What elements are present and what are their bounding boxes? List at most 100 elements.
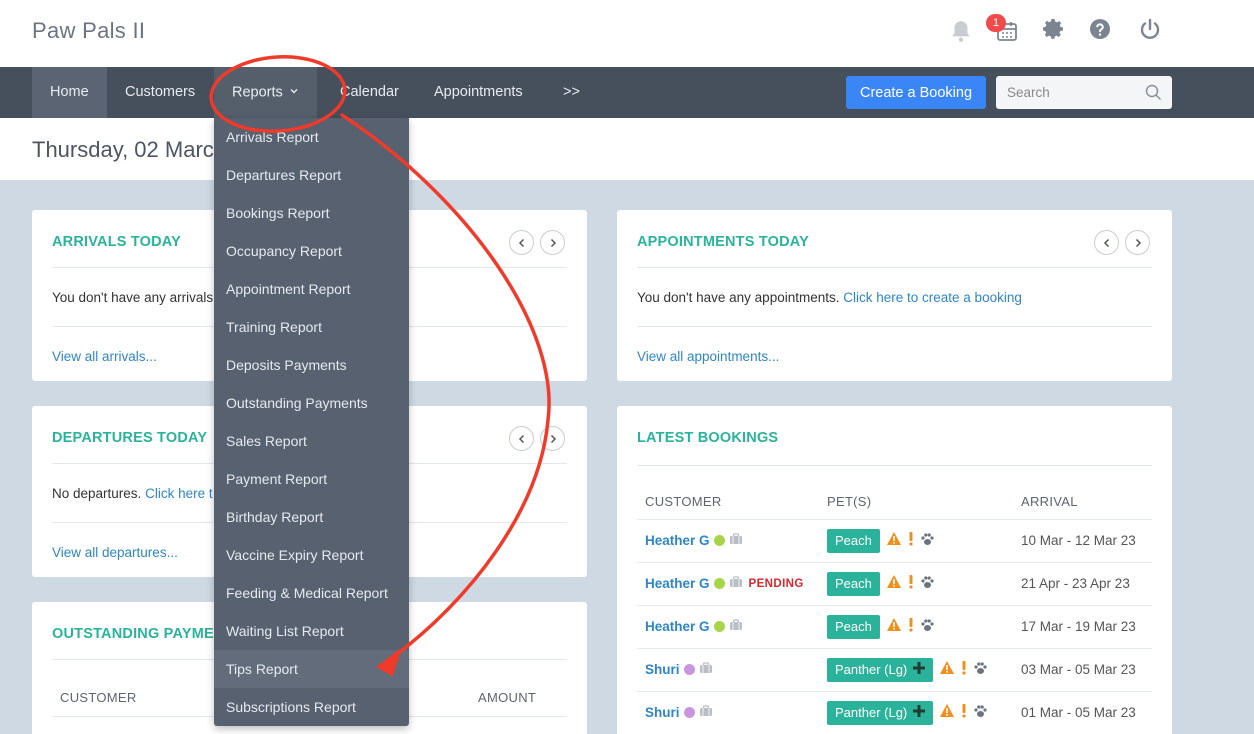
- reports-menu-item[interactable]: Training Report: [214, 308, 409, 346]
- reports-menu-item[interactable]: Outstanding Payments: [214, 384, 409, 422]
- view-all-departures-link[interactable]: View all departures...: [52, 545, 178, 560]
- date-header: Thursday, 02 March: [0, 118, 1254, 180]
- exclamation-icon: [908, 574, 914, 594]
- view-all-arrivals-link[interactable]: View all arrivals...: [52, 349, 157, 364]
- reports-menu-item[interactable]: Bookings Report: [214, 194, 409, 232]
- status-dot: [683, 707, 695, 718]
- reports-menu-item[interactable]: Feeding & Medical Report: [214, 574, 409, 612]
- status-dot: [683, 664, 695, 675]
- reports-menu-item[interactable]: Vaccine Expiry Report: [214, 536, 409, 574]
- nav-more[interactable]: >>: [545, 67, 598, 118]
- help-icon[interactable]: [1083, 12, 1117, 46]
- warning-icon: [886, 574, 902, 594]
- table-row: Heather G Peach 10 Mar - 12 Mar 23: [637, 519, 1152, 562]
- divider: [637, 267, 1152, 268]
- pet-tag[interactable]: Peach: [827, 529, 880, 553]
- reports-menu-item[interactable]: Appointment Report: [214, 270, 409, 308]
- reports-menu-item[interactable]: Deposits Payments: [214, 346, 409, 384]
- appointments-empty-label: You don't have any appointments.: [637, 290, 840, 305]
- departures-title: DEPARTURES TODAY: [52, 430, 208, 446]
- pet-cell: Peach: [827, 529, 935, 553]
- chevron-down-icon: [289, 67, 299, 118]
- pet-cell: Panther (Lg): [827, 701, 988, 725]
- reports-dropdown-menu: Arrivals Report Departures Report Bookings…: [214, 118, 409, 726]
- pet-name: Panther (Lg): [835, 662, 908, 677]
- departures-prev-button[interactable]: [509, 426, 534, 451]
- nav-reports[interactable]: Reports: [214, 67, 317, 118]
- create-booking-button[interactable]: Create a Booking: [846, 76, 986, 109]
- search-icon[interactable]: [1145, 84, 1162, 106]
- warning-icon: [939, 660, 955, 680]
- departures-empty-label: No departures.: [52, 486, 142, 501]
- nav-calendar[interactable]: Calendar: [322, 67, 417, 118]
- arrivals-empty-text: You don't have any arrivals: [52, 290, 214, 305]
- customer-name: Heather G: [645, 533, 710, 548]
- appointments-title: APPOINTMENTS TODAY: [637, 234, 809, 250]
- table-row: Heather G Peach 17 Mar - 19 Mar 23: [637, 605, 1152, 648]
- customer-link[interactable]: Shuri: [645, 662, 713, 677]
- create-booking-link[interactable]: Click here to create a booking: [843, 290, 1022, 305]
- departures-next-button[interactable]: [540, 426, 565, 451]
- divider: [637, 326, 1152, 327]
- table-row: Shuri Panther (Lg) 01 Mar - 05 Mar 23: [637, 691, 1152, 734]
- reports-menu-item[interactable]: Payment Report: [214, 460, 409, 498]
- pet-tag[interactable]: Panther (Lg): [827, 701, 934, 725]
- reports-menu-item[interactable]: Arrivals Report: [214, 118, 409, 156]
- pet-cell: Peach: [827, 615, 935, 639]
- reports-menu-item[interactable]: Departures Report: [214, 156, 409, 194]
- reports-menu-item[interactable]: Waiting List Report: [214, 612, 409, 650]
- departures-create-link[interactable]: Click here t: [145, 486, 213, 501]
- status-dot: [713, 578, 725, 589]
- paw-icon: [973, 661, 988, 680]
- latest-bookings-panel: LATEST BOOKINGS CUSTOMER PET(S) ARRIVAL …: [617, 406, 1172, 734]
- arrival-dates: 10 Mar - 12 Mar 23: [1021, 533, 1136, 548]
- customer-link[interactable]: Heather G: [645, 533, 743, 548]
- customer-link[interactable]: Heather G PENDING: [645, 576, 804, 591]
- notification-badge: 1: [986, 14, 1006, 32]
- nav-home[interactable]: Home: [32, 67, 107, 118]
- search-box: [996, 76, 1172, 109]
- warning-icon: [939, 703, 955, 723]
- nav-appointments[interactable]: Appointments: [416, 67, 541, 118]
- arrival-dates: 21 Apr - 23 Apr 23: [1021, 576, 1130, 591]
- customer-link[interactable]: Heather G: [645, 619, 743, 634]
- paw-icon: [920, 618, 935, 637]
- exclamation-icon: [908, 617, 914, 637]
- suitcase-icon: [729, 576, 743, 591]
- arrivals-title: ARRIVALS TODAY: [52, 234, 182, 250]
- customer-name: Shuri: [645, 705, 680, 720]
- pet-tag[interactable]: Peach: [827, 572, 880, 596]
- arrivals-next-button[interactable]: [540, 230, 565, 255]
- pet-name: Peach: [835, 533, 872, 548]
- paw-icon: [973, 704, 988, 723]
- pet-name: Panther (Lg): [835, 705, 908, 720]
- arrival-dates: 17 Mar - 19 Mar 23: [1021, 619, 1136, 634]
- arrivals-prev-button[interactable]: [509, 230, 534, 255]
- status-dot: [713, 535, 725, 546]
- status-badge: PENDING: [748, 577, 804, 590]
- pet-tag[interactable]: Peach: [827, 615, 880, 639]
- power-icon[interactable]: [1133, 12, 1167, 46]
- plus-icon: [913, 701, 926, 725]
- reports-menu-item[interactable]: Occupancy Report: [214, 232, 409, 270]
- search-input[interactable]: [996, 76, 1142, 109]
- reports-menu-item[interactable]: Sales Report: [214, 422, 409, 460]
- exclamation-icon: [961, 703, 967, 723]
- customer-link[interactable]: Shuri: [645, 705, 713, 720]
- plus-icon: [913, 658, 926, 682]
- nav-customers[interactable]: Customers: [107, 67, 213, 118]
- suitcase-icon: [729, 533, 743, 548]
- appointments-empty-text: You don't have any appointments. Click h…: [637, 290, 1022, 305]
- reports-menu-item[interactable]: Tips Report: [214, 650, 409, 688]
- reports-menu-item[interactable]: Birthday Report: [214, 498, 409, 536]
- appointments-prev-button[interactable]: [1094, 230, 1119, 255]
- pet-tag[interactable]: Panther (Lg): [827, 658, 934, 682]
- view-all-appointments-link[interactable]: View all appointments...: [637, 349, 779, 364]
- reports-menu-item[interactable]: Subscriptions Report: [214, 688, 409, 726]
- gear-icon[interactable]: [1037, 12, 1071, 46]
- appointments-panel: APPOINTMENTS TODAY You don't have any ap…: [617, 210, 1172, 381]
- appointments-next-button[interactable]: [1125, 230, 1150, 255]
- status-dot: [713, 621, 725, 632]
- bell-icon[interactable]: [944, 14, 978, 48]
- warning-icon: [886, 531, 902, 551]
